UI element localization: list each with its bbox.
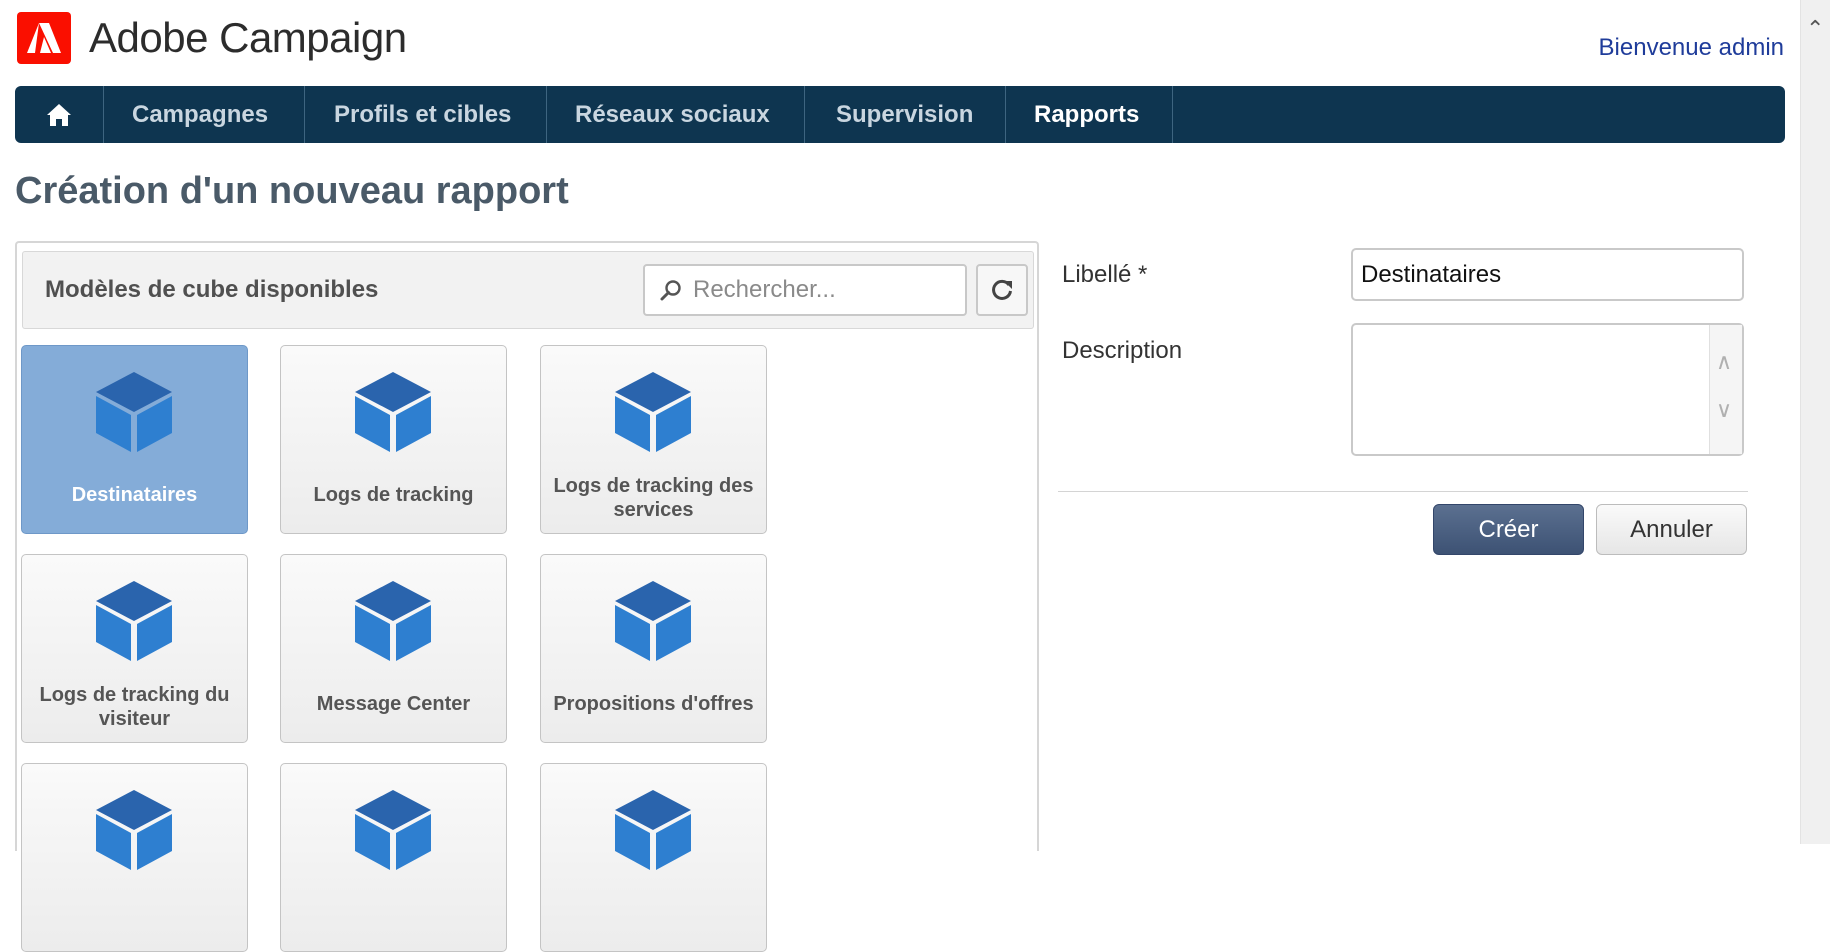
chevron-up-icon[interactable]: ∧ xyxy=(1716,349,1732,375)
tile-label: Logs de tracking xyxy=(313,484,474,506)
nav-reseaux-sociaux[interactable]: Réseaux sociaux xyxy=(547,86,805,143)
panel-header: Modèles de cube disponibles xyxy=(22,251,1034,329)
home-icon xyxy=(47,103,71,126)
scroll-up-icon[interactable]: ⌃ xyxy=(1806,18,1824,40)
main-nav: Campagnes Profils et cibles Réseaux soci… xyxy=(15,86,1785,143)
tile-propositions-offres[interactable]: Propositions d'offres xyxy=(540,554,767,743)
cube-icon xyxy=(94,788,174,877)
app-name: Adobe Campaign xyxy=(89,14,407,61)
nav-label: Rapports xyxy=(1034,100,1140,128)
cancel-button[interactable]: Annuler xyxy=(1596,504,1747,555)
textarea-scrollbar[interactable]: ∧ ∨ xyxy=(1709,325,1742,454)
panel-title: Modèles de cube disponibles xyxy=(45,276,379,303)
tile-message-center[interactable]: Message Center xyxy=(280,554,507,743)
page-title: Création d'un nouveau rapport xyxy=(15,170,569,212)
cube-icon xyxy=(353,579,433,668)
create-button[interactable]: Créer xyxy=(1433,504,1584,555)
nav-rapports[interactable]: Rapports xyxy=(1006,86,1173,143)
welcome-link[interactable]: Bienvenue admin xyxy=(1599,34,1784,62)
tile-logs-tracking[interactable]: Logs de tracking xyxy=(280,345,507,534)
cube-icon xyxy=(613,579,693,668)
nav-profils[interactable]: Profils et cibles xyxy=(305,86,547,143)
nav-supervision[interactable]: Supervision xyxy=(805,86,1006,143)
tile-destinataires[interactable]: Destinataires xyxy=(21,345,248,534)
tile-label: Logs de tracking du visiteur xyxy=(39,684,230,730)
form-divider xyxy=(1058,491,1748,492)
cube-icon xyxy=(613,788,693,877)
adobe-logo-icon[interactable] xyxy=(17,12,71,64)
nav-label: Campagnes xyxy=(132,100,269,128)
refresh-icon xyxy=(992,279,1012,300)
chevron-down-icon[interactable]: ∨ xyxy=(1716,397,1732,423)
search-box[interactable] xyxy=(643,264,967,316)
search-icon xyxy=(659,278,683,302)
search-input[interactable] xyxy=(691,275,955,305)
nav-label: Profils et cibles xyxy=(334,100,512,128)
description-label: Description xyxy=(1062,337,1183,364)
tile-logs-tracking-services[interactable]: Logs de tracking des services xyxy=(540,345,767,534)
description-textarea[interactable]: ∧ ∨ xyxy=(1351,323,1744,456)
tile-label: Logs de tracking des services xyxy=(553,475,754,521)
tile-label: Propositions d'offres xyxy=(553,693,754,715)
nav-home[interactable] xyxy=(15,86,104,143)
nav-label: Supervision xyxy=(836,100,974,128)
app-header: Adobe Campaign Bienvenue admin xyxy=(0,0,1800,86)
libelle-input[interactable] xyxy=(1351,248,1744,301)
libelle-label: Libellé * xyxy=(1062,261,1148,288)
tile-cube-9[interactable] xyxy=(540,763,767,952)
page-scrollbar[interactable]: ⌃ xyxy=(1800,0,1830,844)
tile-cube-8[interactable] xyxy=(280,763,507,952)
cube-icon xyxy=(94,579,174,668)
nav-label: Réseaux sociaux xyxy=(575,100,770,128)
cube-icon xyxy=(94,370,174,459)
cube-icon xyxy=(613,370,693,459)
cube-icon xyxy=(353,788,433,877)
nav-campagnes[interactable]: Campagnes xyxy=(104,86,305,143)
refresh-button[interactable] xyxy=(976,264,1028,316)
tile-cube-7[interactable] xyxy=(21,763,248,952)
tile-label: Message Center xyxy=(316,693,471,715)
cube-icon xyxy=(353,370,433,459)
tile-label: Destinataires xyxy=(71,484,198,506)
tile-logs-tracking-visiteur[interactable]: Logs de tracking du visiteur xyxy=(21,554,248,743)
cube-models-panel: Modèles de cube disponibles Destinataire… xyxy=(15,241,1039,952)
